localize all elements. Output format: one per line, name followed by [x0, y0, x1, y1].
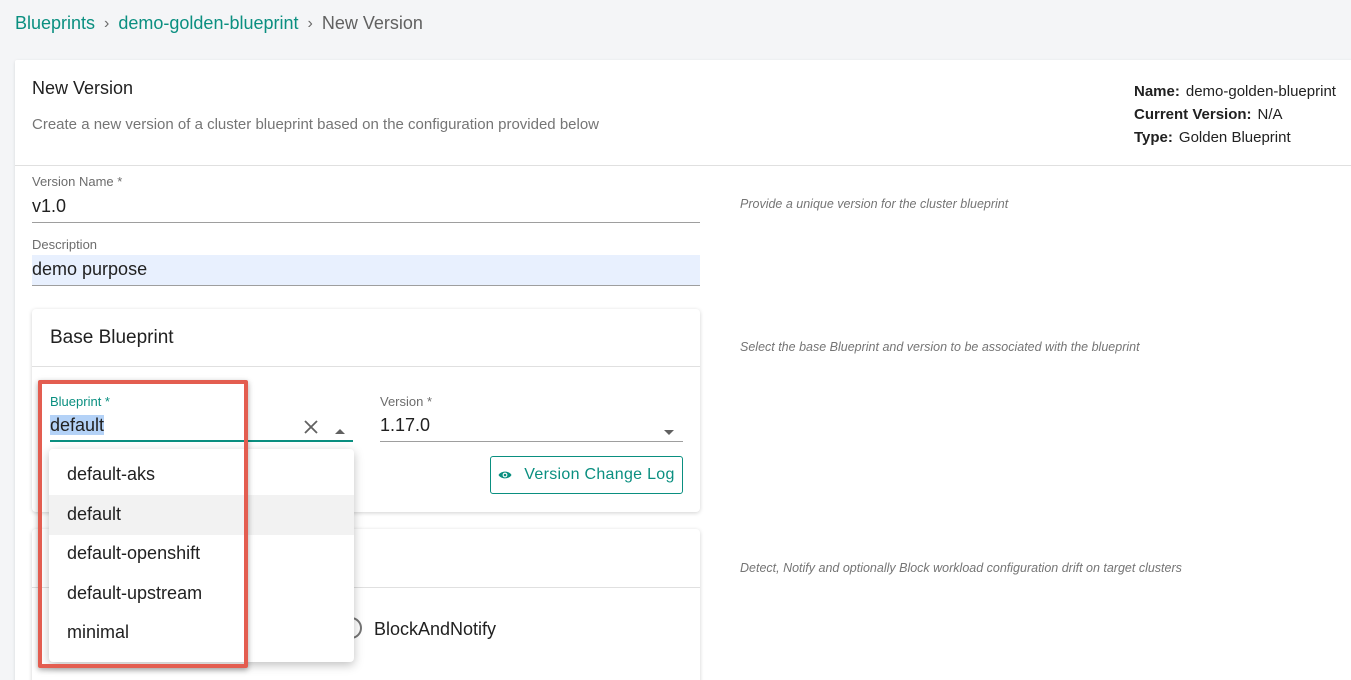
version-name-underline — [32, 222, 700, 223]
page-title: New Version — [32, 78, 134, 98]
breadcrumb-separator: › — [104, 14, 110, 32]
version-change-log-label: Version Change Log — [524, 466, 675, 483]
breadcrumb-current: New Version — [321, 13, 423, 33]
caret-up-icon[interactable] — [334, 422, 346, 434]
description-underline — [32, 285, 700, 286]
meta-name-label: Name: — [1134, 83, 1180, 100]
dropdown-option[interactable]: minimal — [49, 613, 354, 653]
description-label: Description — [32, 237, 98, 252]
meta-type-value: Golden Blueprint — [1178, 129, 1291, 146]
base-blueprint-divider — [32, 366, 700, 367]
eye-icon — [498, 471, 512, 479]
breadcrumb-separator: › — [307, 14, 313, 32]
blueprint-select-input[interactable]: default — [50, 415, 105, 436]
version-name-input[interactable]: v1.0 — [32, 196, 66, 217]
blueprint-select-label: Blueprint * — [50, 394, 110, 409]
dropdown-option-selected[interactable]: default — [49, 495, 354, 535]
block-and-notify-label: BlockAndNotify — [374, 619, 497, 639]
dropdown-option[interactable]: default-upstream — [49, 574, 354, 614]
header-divider — [15, 165, 1351, 166]
base-blueprint-title: Base Blueprint — [50, 327, 174, 348]
version-select-underline — [380, 441, 683, 442]
blueprint-dropdown-menu: default-aks default default-openshift de… — [49, 449, 354, 662]
breadcrumb: Blueprints › demo-golden-blueprint › New… — [15, 13, 423, 34]
description-input[interactable]: demo purpose — [32, 259, 147, 280]
caret-down-icon[interactable] — [663, 424, 675, 435]
version-select-label: Version * — [380, 394, 433, 409]
clear-icon[interactable] — [303, 419, 319, 435]
blueprint-select-value: default — [50, 415, 105, 435]
blueprint-select-underline — [50, 440, 353, 442]
breadcrumb-blueprints-link[interactable]: Blueprints — [15, 13, 95, 34]
dropdown-option[interactable]: default-openshift — [49, 534, 354, 574]
meta-name-value: demo-golden-blueprint — [1185, 83, 1336, 100]
version-name-hint: Provide a unique version for the cluster… — [740, 197, 1009, 211]
breadcrumb-blueprint-link[interactable]: demo-golden-blueprint — [118, 13, 298, 34]
version-select-input[interactable]: 1.17.0 — [380, 415, 430, 436]
page-subtitle: Create a new version of a cluster bluepr… — [32, 116, 600, 133]
meta-version-label: Current Version: — [1134, 106, 1252, 123]
blueprint-meta: Name: demo-golden-blueprint Current Versi… — [1134, 80, 1336, 149]
drift-hint: Detect, Notify and optionally Block work… — [740, 561, 1182, 575]
meta-version-value: N/A — [1257, 106, 1283, 123]
version-name-label: Version Name * — [32, 174, 123, 189]
meta-type-label: Type: — [1134, 129, 1173, 146]
dropdown-option[interactable]: default-aks — [49, 455, 354, 495]
version-change-log-button[interactable]: Version Change Log — [490, 456, 683, 494]
base-blueprint-hint: Select the base Blueprint and version to… — [740, 340, 1140, 354]
